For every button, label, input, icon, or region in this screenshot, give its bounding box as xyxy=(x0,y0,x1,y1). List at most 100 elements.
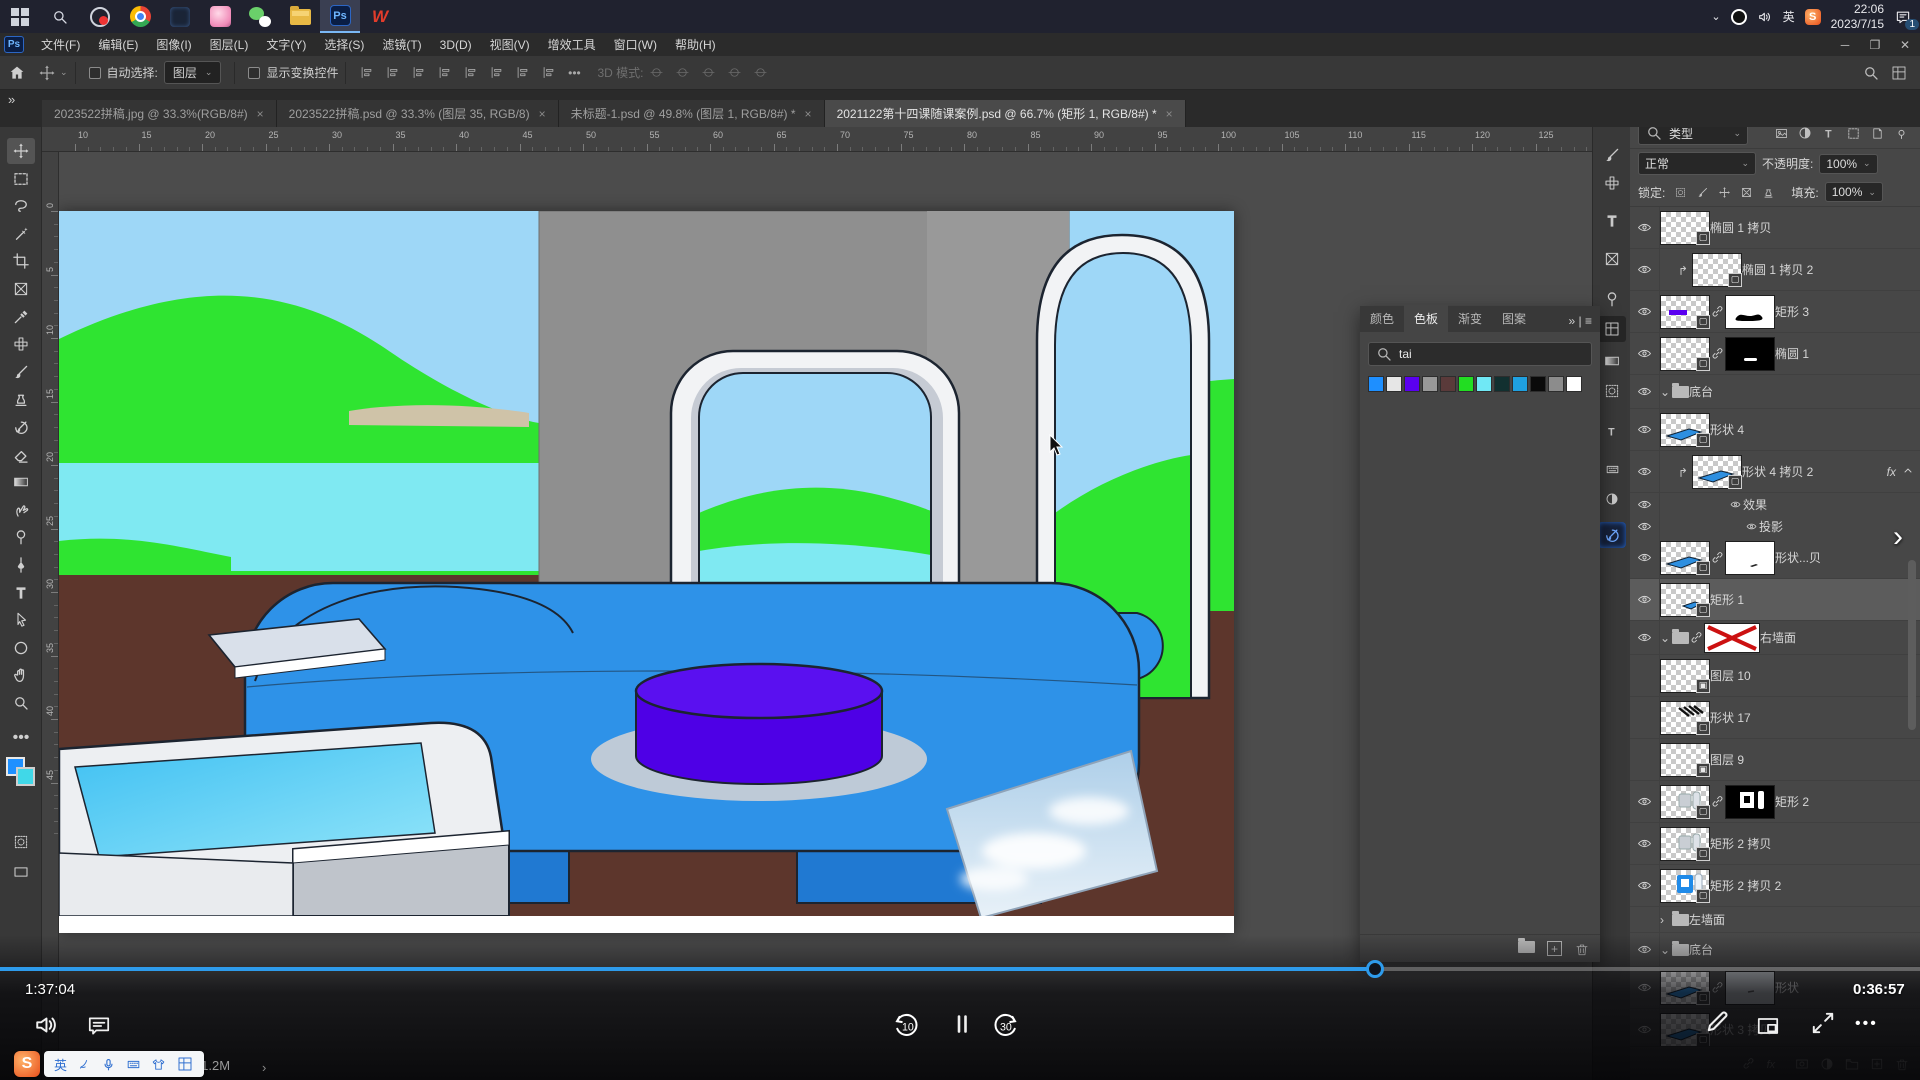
layer-row[interactable]: ▢形状...贝 xyxy=(1630,537,1920,579)
layer-visibility-empty[interactable] xyxy=(1630,697,1660,738)
layer-row[interactable]: 投影 xyxy=(1630,515,1920,537)
more-options-icon[interactable]: ••• xyxy=(561,61,587,85)
layer-thumbnail[interactable]: ▢ xyxy=(1660,827,1710,861)
layer-visibility-eye-icon[interactable] xyxy=(1630,781,1660,822)
select-tool[interactable] xyxy=(7,607,35,633)
patterns-panel-icon[interactable] xyxy=(1598,378,1626,404)
notification-icon[interactable]: 1 xyxy=(1894,8,1912,26)
vertical-ruler[interactable]: 051015202530354045 xyxy=(42,152,59,1080)
video-pip-button[interactable] xyxy=(1755,1013,1781,1039)
maximize-button[interactable]: ❐ xyxy=(1860,38,1890,52)
blend-mode-dropdown[interactable]: 正常 ⌄ xyxy=(1638,152,1756,175)
layer-row[interactable]: ▣图层 9 xyxy=(1630,739,1920,781)
opacity-dropdown[interactable]: 100%⌄ xyxy=(1819,154,1877,174)
tab-close-icon[interactable]: × xyxy=(257,107,264,121)
layer-group-row[interactable]: ⌄底台 xyxy=(1630,933,1920,967)
swatch-3[interactable] xyxy=(1422,376,1438,392)
group-expand-chevron[interactable]: ⌄ xyxy=(1660,385,1672,399)
layer-visibility-eye-icon[interactable] xyxy=(1630,493,1660,515)
layer-name[interactable]: 矩形 2 xyxy=(1775,793,1809,810)
mask-link-icon[interactable] xyxy=(1710,550,1725,565)
start-taskbar-icon[interactable] xyxy=(0,0,40,33)
brush-settings-panel-icon[interactable] xyxy=(1598,142,1626,168)
layer-row[interactable]: ▢形状 4 xyxy=(1630,409,1920,451)
layer-mask-thumbnail[interactable] xyxy=(1725,785,1775,819)
align-middle-icon[interactable] xyxy=(483,61,509,85)
crop-tool[interactable] xyxy=(7,248,35,274)
marquee-tool[interactable] xyxy=(7,166,35,192)
layer-visibility-eye-icon[interactable] xyxy=(1630,291,1660,332)
lasso-tool[interactable] xyxy=(7,193,35,219)
type-tool[interactable] xyxy=(7,580,35,606)
menu-item-1[interactable]: 编辑(E) xyxy=(89,33,147,56)
layer-row[interactable]: 效果 xyxy=(1630,493,1920,515)
foreground-background-colors[interactable] xyxy=(6,757,36,789)
menu-item-9[interactable]: 增效工具 xyxy=(539,33,605,56)
swatches-tab-0[interactable]: 颜色 xyxy=(1360,305,1404,332)
link-layers-button[interactable] xyxy=(1741,1056,1756,1071)
ime-pen-icon[interactable] xyxy=(77,1057,91,1071)
swatch-5[interactable] xyxy=(1458,376,1474,392)
distribute-icon[interactable] xyxy=(535,61,561,85)
layer-style-button[interactable]: fx xyxy=(1765,1056,1785,1072)
swatches-menu-icon[interactable]: » | ≡ xyxy=(1561,310,1600,332)
layer-name[interactable]: 形状 4 xyxy=(1710,421,1744,438)
layer-mask-thumbnail[interactable] xyxy=(1725,971,1775,1005)
layer-thumbnail[interactable]: ▢ xyxy=(1660,295,1710,329)
menu-item-3[interactable]: 图层(L) xyxy=(201,33,258,56)
layer-thumbnail[interactable]: ▢ xyxy=(1660,869,1710,903)
delete-swatch-icon[interactable] xyxy=(1574,941,1590,957)
swatch-8[interactable] xyxy=(1512,376,1528,392)
screen-mode-button[interactable] xyxy=(7,859,35,885)
layer-name[interactable]: 椭圆 1 xyxy=(1775,345,1809,362)
ime-mic-icon[interactable] xyxy=(101,1057,116,1072)
swatch-2[interactable] xyxy=(1404,376,1420,392)
mask-link-icon[interactable] xyxy=(1710,980,1725,995)
3d-pan-icon[interactable] xyxy=(695,61,721,85)
layer-name[interactable]: 形状...贝 xyxy=(1775,549,1821,566)
layer-thumbnail[interactable]: ▢ xyxy=(1660,971,1710,1005)
zoom-tool[interactable] xyxy=(7,690,35,716)
layer-name[interactable]: 形状 17 xyxy=(1710,709,1751,726)
layer-visibility-empty[interactable] xyxy=(1630,655,1660,696)
swatches-tab-2[interactable]: 渐变 xyxy=(1448,305,1492,332)
layer-row[interactable]: ▢ 矩形 2 xyxy=(1630,781,1920,823)
lock-artboard-icon[interactable] xyxy=(1737,183,1755,201)
layer-row[interactable]: ↳▢形状 4 拷贝 2fx xyxy=(1630,451,1920,493)
lock-position-icon[interactable] xyxy=(1715,183,1733,201)
layer-mask-thumbnail[interactable] xyxy=(1725,541,1775,575)
swatch-search-input[interactable] xyxy=(1399,347,1569,361)
move-tool[interactable] xyxy=(7,138,35,164)
pen-tool[interactable] xyxy=(7,552,35,578)
gradients-panel-icon[interactable] xyxy=(1598,348,1626,374)
lock-transparent-icon[interactable] xyxy=(1671,183,1689,201)
smudge-tool[interactable] xyxy=(7,497,35,523)
background-color[interactable] xyxy=(16,767,35,786)
quick-mask-button[interactable] xyxy=(7,829,35,855)
menu-item-4[interactable]: 文字(Y) xyxy=(257,33,315,56)
layer-name[interactable]: 矩形 3 xyxy=(1775,303,1809,320)
menu-item-5[interactable]: 选择(S) xyxy=(315,33,373,56)
3d-camera-icon[interactable] xyxy=(747,61,773,85)
fx-label[interactable]: fx xyxy=(1887,465,1896,479)
search-icon[interactable] xyxy=(1862,64,1880,82)
layer-row[interactable]: ▢矩形 2 拷贝 2 xyxy=(1630,865,1920,907)
ime-keyboard-icon[interactable] xyxy=(126,1057,141,1072)
align-top-icon[interactable] xyxy=(457,61,483,85)
layer-thumbnail[interactable]: ▢ xyxy=(1660,785,1710,819)
dodge-tool[interactable] xyxy=(7,524,35,550)
swatch-6[interactable] xyxy=(1476,376,1492,392)
wand-tool[interactable] xyxy=(7,221,35,247)
brushes-panel-icon[interactable] xyxy=(1598,170,1626,196)
lock-all-icon[interactable] xyxy=(1759,183,1777,201)
menu-item-6[interactable]: 滤镜(T) xyxy=(373,33,430,56)
layer-name[interactable]: 图层 10 xyxy=(1710,667,1751,684)
layer-visibility-eye-icon[interactable] xyxy=(1630,823,1660,864)
wps-taskbar-icon[interactable]: W xyxy=(360,0,400,33)
search-taskbar-icon[interactable] xyxy=(40,0,80,33)
tab-close-icon[interactable]: × xyxy=(1166,107,1173,121)
sync-panel-icon[interactable] xyxy=(1598,522,1626,548)
video-fullscreen-button[interactable] xyxy=(1810,1010,1836,1036)
layer-visibility-empty[interactable] xyxy=(1630,907,1660,932)
minimize-button[interactable]: ─ xyxy=(1830,38,1860,52)
